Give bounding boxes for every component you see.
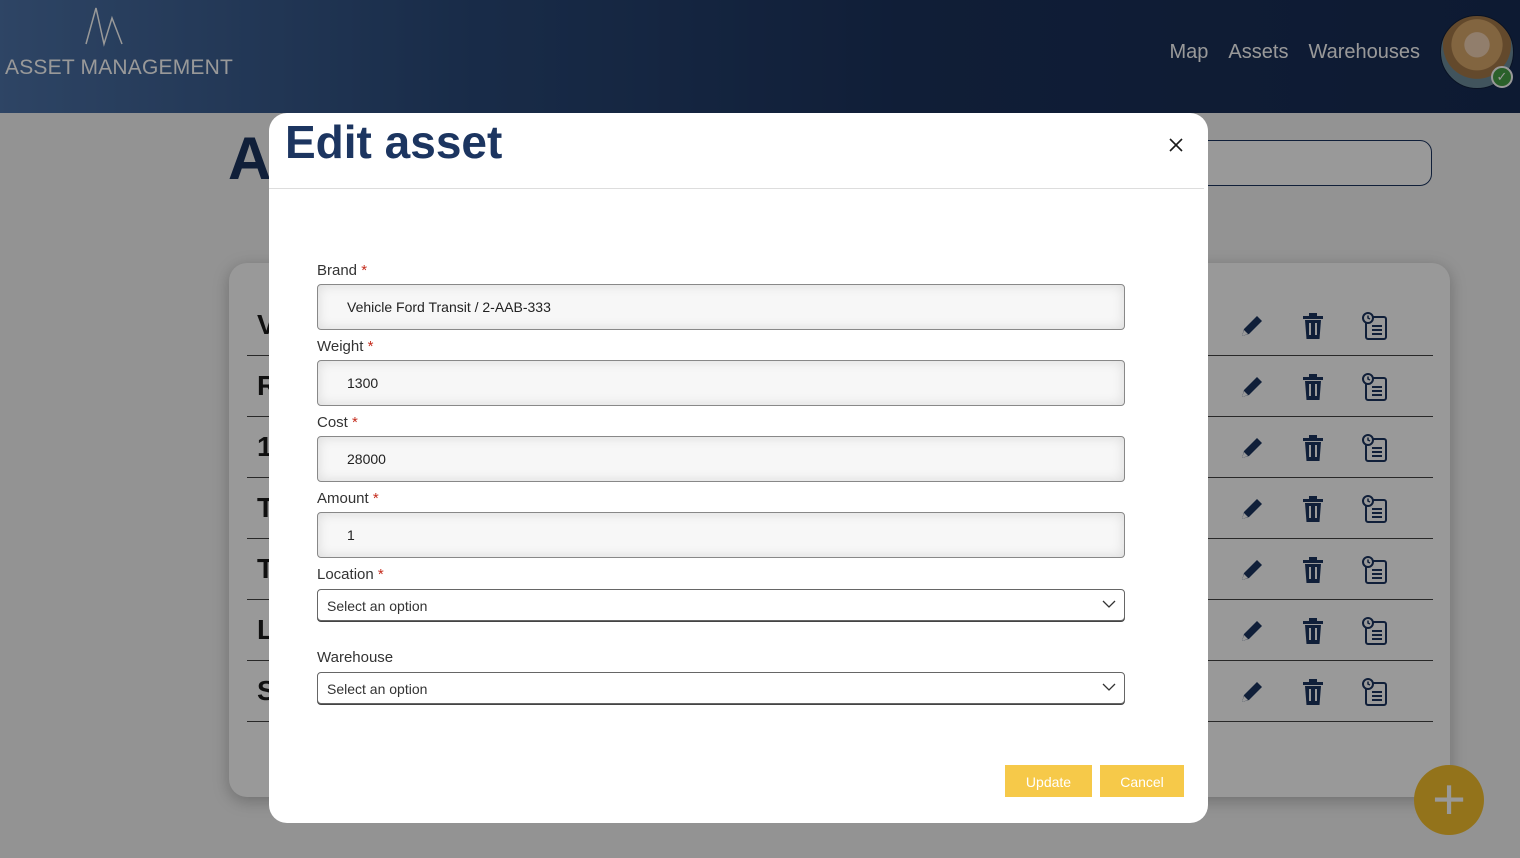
- required-marker: *: [372, 490, 379, 507]
- weight-input[interactable]: [317, 360, 1125, 406]
- brand-label: Brand *: [317, 262, 367, 279]
- update-button[interactable]: Update: [1005, 765, 1092, 797]
- required-marker: *: [367, 338, 374, 355]
- weight-label: Weight *: [317, 338, 373, 355]
- location-label: Location *: [317, 566, 384, 583]
- required-marker: *: [352, 414, 358, 431]
- cost-label: Cost *: [317, 414, 358, 431]
- amount-label-text: Amount: [317, 490, 369, 507]
- warehouse-select[interactable]: Select an option: [317, 672, 1125, 704]
- chevron-down-icon: [1102, 683, 1116, 691]
- dialog-title: Edit asset: [285, 116, 503, 168]
- dialog-divider: [269, 188, 1204, 189]
- required-marker: *: [361, 262, 368, 279]
- cancel-button[interactable]: Cancel: [1100, 765, 1184, 797]
- warehouse-label: Warehouse: [317, 649, 393, 666]
- weight-label-text: Weight: [317, 338, 364, 355]
- chevron-down-icon: [1102, 600, 1116, 608]
- brand-label-text: Brand: [317, 262, 358, 279]
- location-label-text: Location: [317, 566, 374, 583]
- brand-input[interactable]: [317, 284, 1125, 330]
- close-icon[interactable]: [1165, 134, 1187, 156]
- location-select[interactable]: Select an option: [317, 589, 1125, 621]
- required-marker: *: [377, 566, 384, 583]
- cost-input[interactable]: [317, 436, 1125, 482]
- location-select-value: Select an option: [327, 598, 428, 614]
- amount-label: Amount *: [317, 490, 379, 507]
- warehouse-select-value: Select an option: [327, 681, 428, 697]
- warehouse-label-text: Warehouse: [317, 649, 394, 666]
- cost-label-text: Cost: [317, 414, 348, 431]
- edit-asset-dialog: Edit asset Brand * Weight * Cost * Amoun…: [269, 113, 1208, 823]
- amount-input[interactable]: [317, 512, 1125, 558]
